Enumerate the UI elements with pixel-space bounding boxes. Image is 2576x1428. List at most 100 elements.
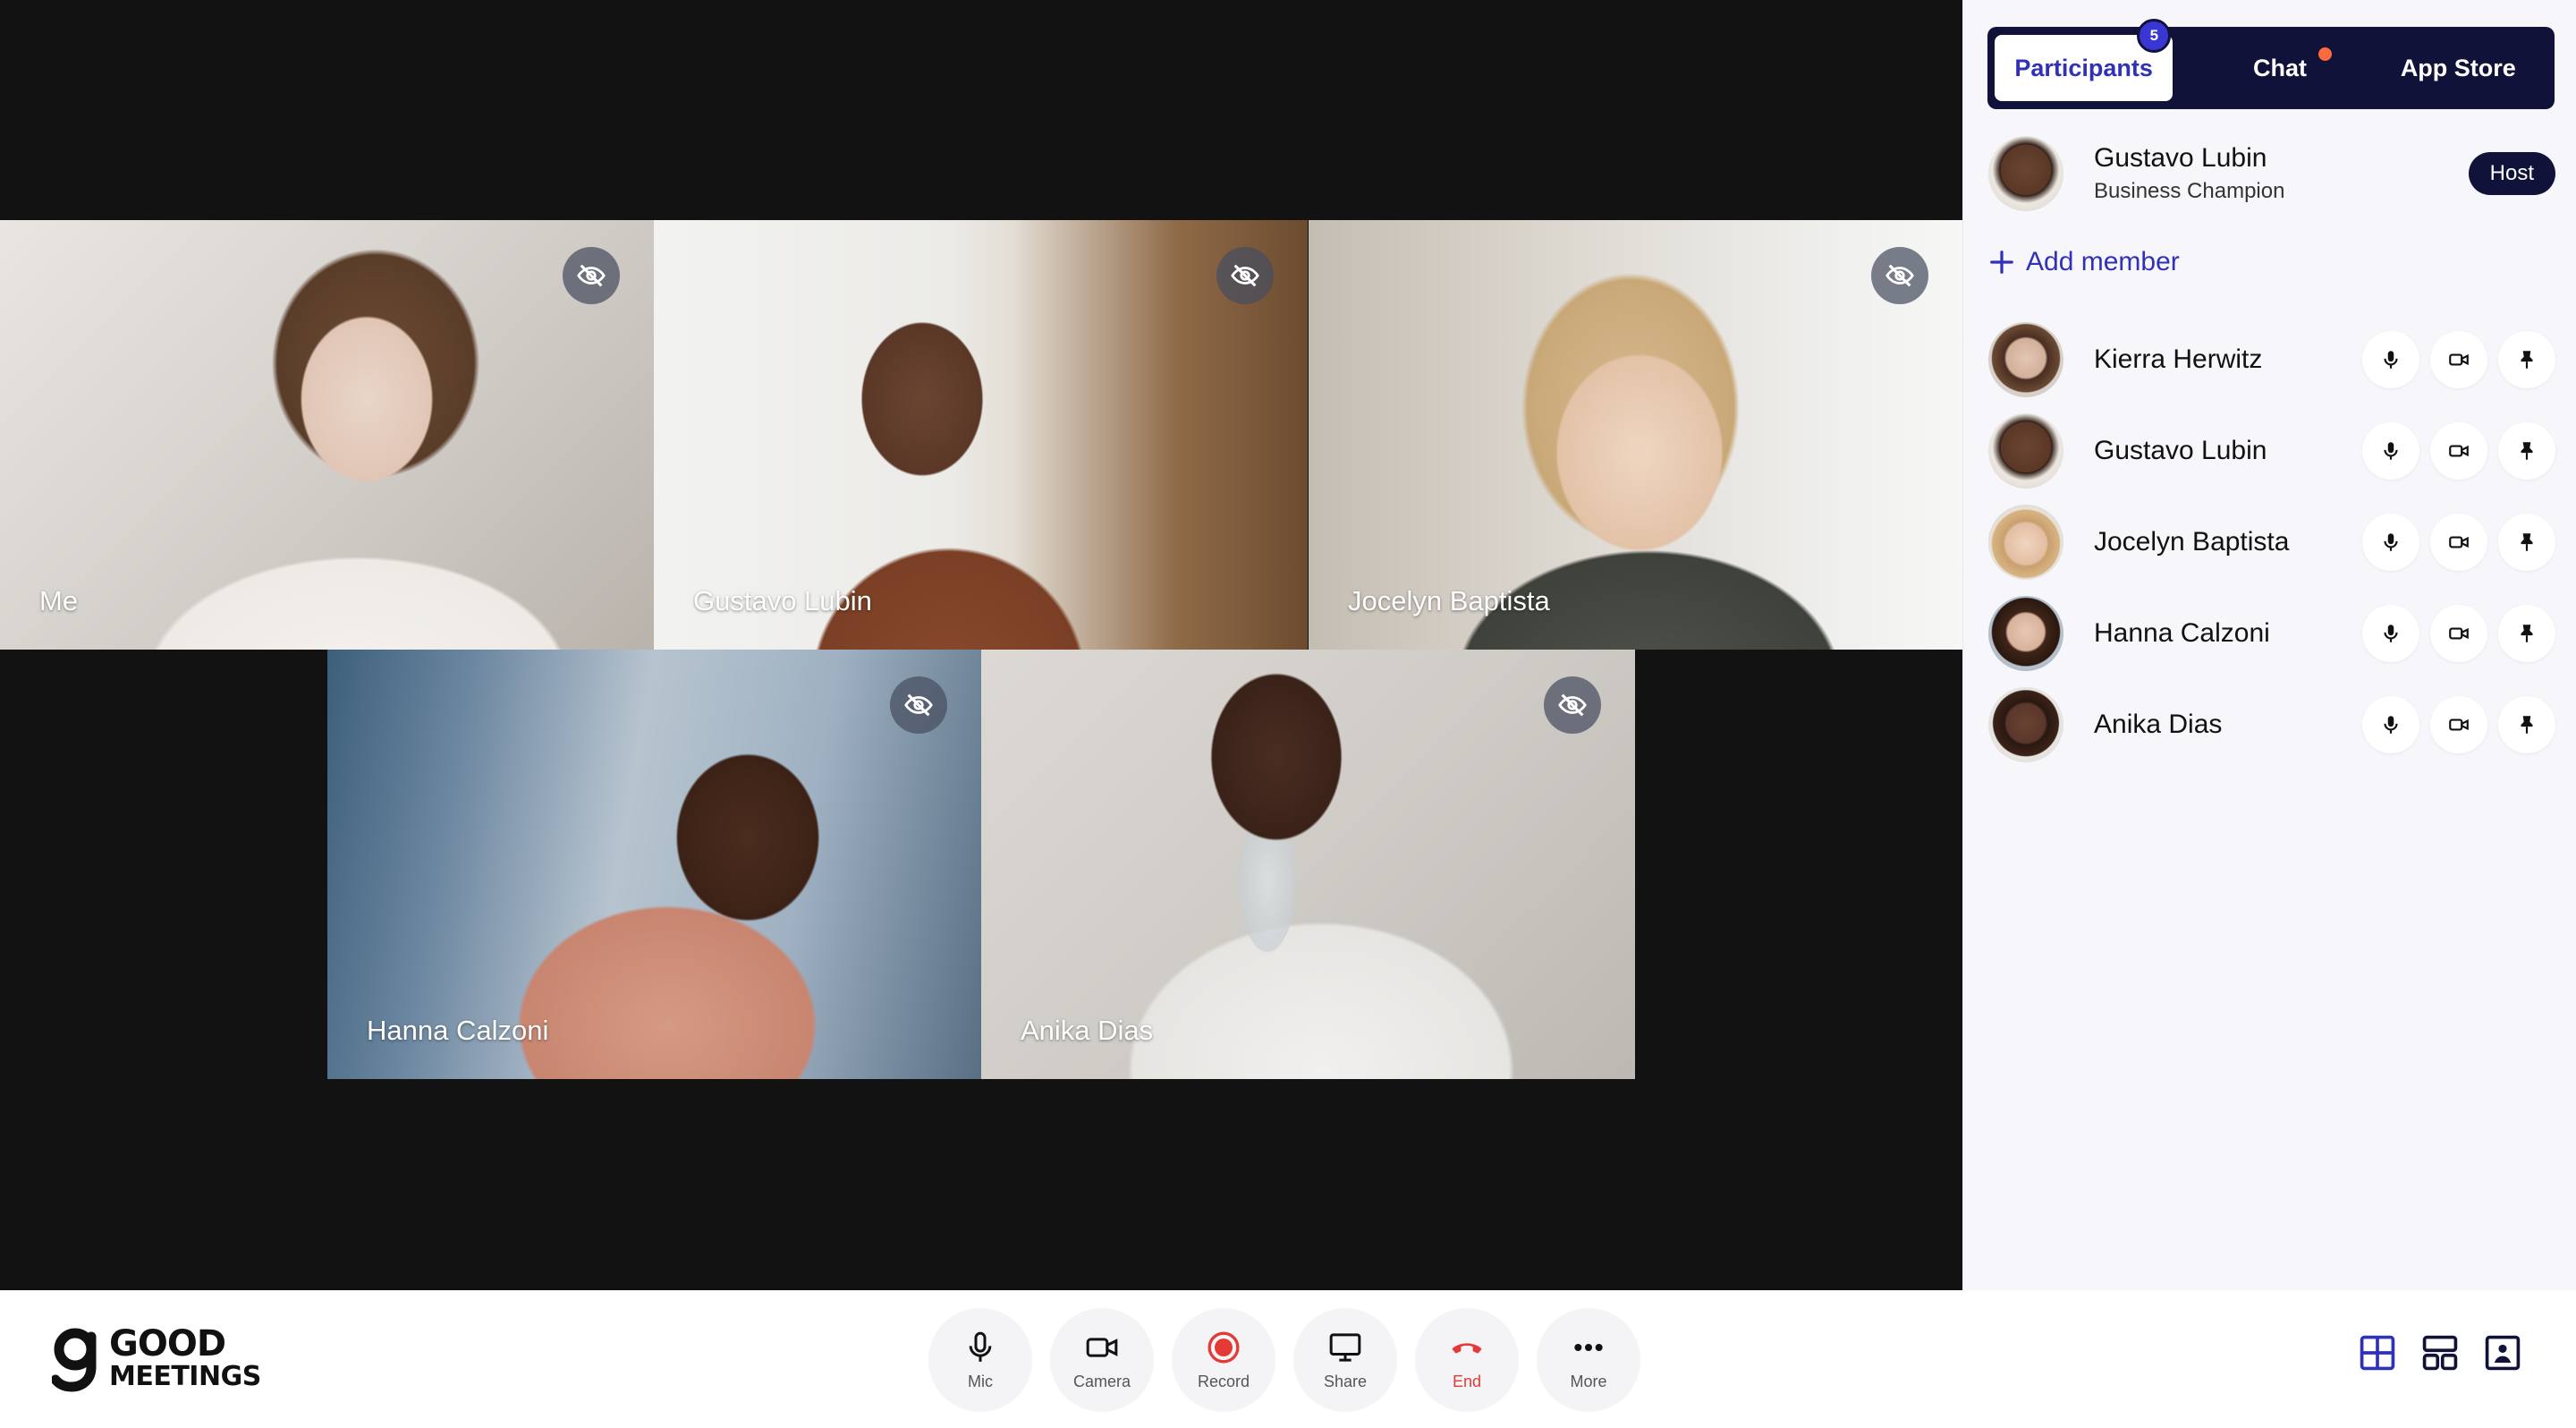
tab-participants[interactable]: Participants 5 [1995, 19, 2174, 101]
tile-name: Jocelyn Baptista [1348, 585, 1550, 616]
end-call-button[interactable]: End [1415, 1308, 1519, 1412]
app-logo: GOOD MEETINGS [52, 1324, 261, 1392]
plus-icon [1990, 251, 2013, 274]
record-label: Record [1197, 1372, 1250, 1390]
share-button[interactable]: Share [1293, 1308, 1397, 1412]
monitor-icon [1329, 1332, 1361, 1362]
eye-off-icon [1558, 693, 1587, 717]
tab-app-store-label: App Store [2400, 54, 2516, 81]
mute-mic-button[interactable] [2362, 331, 2419, 388]
avatar [1988, 596, 2063, 671]
more-button[interactable]: More [1537, 1308, 1640, 1412]
speaker-layout-icon[interactable] [2420, 1333, 2460, 1373]
mic-icon [969, 1331, 992, 1362]
video-tile-anika[interactable]: Anika Dias [981, 650, 1635, 1079]
video-stage: Me Gustavo Lubin Jocelyn Baptista Hanna … [0, 0, 1962, 1290]
record-button[interactable]: Record [1172, 1308, 1275, 1412]
hide-video-button[interactable] [1544, 676, 1601, 734]
list-item: Jocelyn Baptista [1988, 505, 2555, 580]
camera-label: Camera [1072, 1372, 1131, 1390]
phone-hangup-icon [1452, 1342, 1482, 1354]
tile-name: Gustavo Lubin [693, 585, 872, 616]
pin-button[interactable] [2498, 422, 2555, 480]
host-badge: Host [2468, 152, 2555, 195]
tab-app-store[interactable]: App Store [2369, 35, 2547, 101]
video-tile-gustavo[interactable]: Gustavo Lubin [654, 220, 1308, 650]
pin-button[interactable] [2498, 514, 2555, 571]
pin-button[interactable] [2498, 696, 2555, 753]
toggle-camera-button[interactable] [2430, 605, 2487, 662]
hide-video-button[interactable] [1216, 247, 1274, 304]
pin-icon [2521, 351, 2533, 369]
toggle-camera-button[interactable] [2430, 696, 2487, 753]
layout-switcher [2358, 1333, 2522, 1373]
mute-mic-button[interactable] [2362, 422, 2419, 480]
more-dots-icon [1574, 1343, 1603, 1351]
eye-off-icon [577, 264, 606, 287]
hide-video-button[interactable] [563, 247, 620, 304]
member-name: Jocelyn Baptista [2094, 527, 2290, 557]
avatar [1988, 687, 2063, 762]
member-name: Gustavo Lubin [2094, 436, 2267, 465]
list-item: Anika Dias [1988, 687, 2555, 762]
list-item: Hanna Calzoni [1988, 596, 2555, 671]
eye-off-icon [904, 693, 933, 717]
call-controls: Mic Camera Record Share End More [928, 1308, 1640, 1412]
end-label: End [1452, 1372, 1482, 1390]
logo-line2: MEETINGS [109, 1361, 261, 1392]
camera-icon [2449, 627, 2469, 640]
pin-button[interactable] [2498, 605, 2555, 662]
mic-button[interactable]: Mic [928, 1308, 1032, 1412]
mute-mic-button[interactable] [2362, 696, 2419, 753]
host-role: Business Champion [2094, 179, 2285, 203]
spotlight-layout-icon[interactable] [2483, 1333, 2522, 1373]
eye-off-icon [1231, 264, 1259, 287]
sidebar-tabs: Participants 5 Chat App Store [1987, 19, 2555, 109]
tab-participants-label: Participants [2014, 54, 2153, 81]
mic-icon [2384, 533, 2398, 551]
avatar [1988, 136, 2063, 211]
toggle-camera-button[interactable] [2430, 331, 2487, 388]
list-item: Kierra Herwitz [1988, 322, 2555, 397]
video-tile-jocelyn[interactable]: Jocelyn Baptista [1309, 220, 1962, 650]
toggle-camera-button[interactable] [2430, 514, 2487, 571]
camera-icon [2449, 536, 2469, 548]
mute-mic-button[interactable] [2362, 514, 2419, 571]
tile-name: Hanna Calzoni [367, 1015, 549, 1046]
pin-icon [2521, 442, 2533, 460]
video-feed [0, 220, 654, 650]
camera-icon [2449, 353, 2469, 366]
camera-button[interactable]: Camera [1050, 1308, 1154, 1412]
pin-icon [2521, 716, 2533, 734]
member-name: Kierra Herwitz [2094, 344, 2263, 374]
host-row: Gustavo Lubin Business Champion Host [1988, 134, 2555, 213]
camera-icon [1086, 1337, 1118, 1357]
hide-video-button[interactable] [1871, 247, 1928, 304]
toggle-camera-button[interactable] [2430, 422, 2487, 480]
list-item: Gustavo Lubin [1988, 413, 2555, 489]
avatar [1988, 505, 2063, 580]
eye-off-icon [1885, 264, 1914, 287]
camera-icon [2449, 718, 2469, 731]
grid-layout-icon[interactable] [2358, 1333, 2397, 1373]
pin-icon [2521, 625, 2533, 642]
host-name: Gustavo Lubin [2094, 143, 2267, 173]
member-list: Kierra Herwitz Gustavo Lubin Jocelyn Bap… [1988, 322, 2555, 778]
record-icon [1208, 1331, 1240, 1363]
share-label: Share [1323, 1372, 1368, 1390]
video-tile-me[interactable]: Me [0, 220, 654, 650]
pin-button[interactable] [2498, 331, 2555, 388]
add-member-button[interactable]: Add member [1988, 247, 2180, 277]
video-tile-hanna[interactable]: Hanna Calzoni [327, 650, 981, 1079]
unread-dot [2318, 47, 2332, 61]
add-member-label: Add member [2026, 247, 2180, 276]
logo-line1: GOOD [109, 1323, 226, 1364]
tab-chat-label: Chat [2252, 54, 2307, 81]
mic-icon [2384, 351, 2398, 369]
participants-count-badge: 5 [2137, 19, 2172, 53]
tile-name: Anika Dias [1021, 1015, 1154, 1046]
hide-video-button[interactable] [890, 676, 947, 734]
mute-mic-button[interactable] [2362, 605, 2419, 662]
tab-chat[interactable]: Chat [2190, 35, 2368, 101]
pin-icon [2521, 533, 2533, 551]
